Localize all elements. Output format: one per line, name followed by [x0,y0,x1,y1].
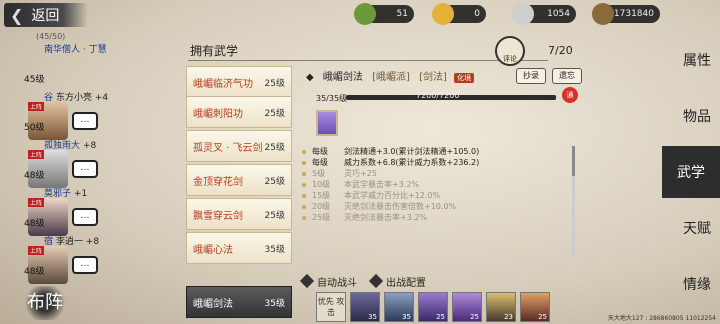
diamond-icon: ◆ [306,72,314,83]
skill-item[interactable]: 飘雪穿云剑 25级 [186,198,292,230]
forget-button[interactable]: 遗忘 [552,68,582,84]
title-divider [188,60,548,61]
stat-row: 15级 本武学威力百分比+12.0% [300,190,570,201]
roster-character[interactable]: 莫邪子 +1 上阵 48级 … [22,186,152,236]
resource-copper-coin[interactable]: 1731840 [592,3,660,25]
comment-button[interactable]: 评论 [495,36,525,66]
stat-row: 5级 灵巧+25 [300,168,570,179]
page-counter: 7/20 [548,44,573,57]
silver-ingot-icon [512,3,534,25]
menu-talent[interactable]: 天赋 [674,202,720,254]
back-button[interactable]: ❮ 返回 [4,3,88,27]
resource-jade-ticket[interactable]: 51 [354,3,414,25]
roster-character[interactable]: 南华僧人 · 丁慧 45级 [22,42,152,92]
skill-list: 峨嵋临济气功 25级 峨嵋刺阳功 25级 孤灵叉 · 飞云剑 25级 金顶穿花剑 25级… [186,66,292,318]
battle-config-button[interactable]: 出战配置 [368,273,426,289]
stat-row: 每级 威力系数+6.8(累计威力系数+236.2) [300,157,570,168]
experience-row: 35/35级 7200/7200 通 [306,87,578,105]
battle-options: 自动战斗 出战配置 [299,273,426,289]
back-label: 返回 [31,8,60,24]
stat-row: 25级 灭绝剑法暴击率+3.2% [300,212,570,223]
auto-battle-toggle[interactable]: 自动战斗 [299,273,357,289]
page-title: 拥有武学 [190,44,239,58]
skill-slot[interactable]: 35 [350,292,380,322]
roster-character[interactable]: 孤独雨大 +8 上阵 48级 … [22,138,152,188]
ticket-icon [354,3,376,25]
roster-count: (45/50) [36,32,66,41]
sword-skill-icon [316,110,338,136]
skill-item[interactable]: 孤灵叉 · 飞云剑 25级 [186,130,292,162]
menu-martial-arts[interactable]: 武学 [662,146,720,198]
skill-item[interactable]: 峨嵋刺阳功 25级 [186,96,292,128]
chat-bubble-icon[interactable]: … [72,160,98,178]
stat-row: 20级 灭绝剑法暴击伤害倍数+10.0% [300,201,570,212]
formation-button[interactable]: 布阵 [22,286,68,320]
coin-icon [592,3,614,25]
gold-bar-icon [432,3,454,25]
character-roster: (45/50) 南华僧人 · 丁慧 45级 谷东方小亮 +4 上阵 50级 … … [22,32,152,284]
skill-slot[interactable]: 23 [486,292,516,322]
menu-attributes[interactable]: 属性 [674,34,720,86]
roster-character[interactable]: 谷东方小亮 +4 上阵 50级 … [22,90,152,140]
stat-row: 10级 本武学暴击率+3.2% [300,179,570,190]
chevron-left-icon: ❮ [10,5,24,25]
stat-row: 每级 剑法精通+3.0(累计剑法精通+105.0) [300,146,570,157]
stats-scrollbar[interactable] [572,146,575,256]
server-info: 天大地大127 : 286860805 11012254 [607,315,716,322]
side-menu: 属性 物品 武学 天赋 情缘 [662,30,720,324]
copy-button[interactable]: 抄录 [516,68,546,84]
skill-item[interactable]: 峨嵋心法 35级 [186,232,292,264]
resource-silver-ingot[interactable]: 1054 [512,3,576,25]
skill-slot[interactable]: 25 [520,292,550,322]
martial-arts-panel: 拥有武学 评论 7/20 峨嵋临济气功 25级 峨嵋刺阳功 25级 孤灵叉 · 飞云… [160,36,584,322]
tong-badge-icon[interactable]: 通 [562,87,578,103]
menu-items[interactable]: 物品 [674,90,720,142]
skill-slot[interactable]: 25 [418,292,448,322]
skill-slot[interactable]: 35 [384,292,414,322]
menu-affinity[interactable]: 情缘 [674,258,720,310]
chat-bubble-icon[interactable]: … [72,208,98,226]
roster-character[interactable]: 宿李逍一 +8 上阵 48级 … [22,234,152,284]
skill-stats: 每级 剑法精通+3.0(累计剑法精通+105.0) 每级 威力系数+6.8(累计威力… [300,146,570,223]
priority-attack-slot[interactable]: 优先 攻击 [316,292,346,322]
skill-slot[interactable]: 25 [452,292,482,322]
skill-detail-header: ◆ 峨嵋剑法 [峨嵋派] [剑法] 化境 [306,68,475,83]
skill-slots: 优先 攻击 35 35 25 25 23 25 [316,292,586,322]
top-bar: ❮ 返回 51 0 1054 1731840 [0,0,720,30]
chat-bubble-icon[interactable]: … [72,112,98,130]
skill-item[interactable]: 金顶穿花剑 25级 [186,164,292,196]
skill-item-selected[interactable]: 峨嵋剑法 35级 [186,286,292,318]
skill-detail: ◆ 峨嵋剑法 [峨嵋派] [剑法] 化境 抄录 遗忘 35/35级 7200/7… [299,66,584,322]
chat-bubble-icon[interactable]: … [72,256,98,274]
realm-badge: 化境 [454,73,475,83]
skill-item[interactable]: 峨嵋临济气功 25级 [186,66,292,98]
resource-gold-bar[interactable]: 0 [432,3,486,25]
